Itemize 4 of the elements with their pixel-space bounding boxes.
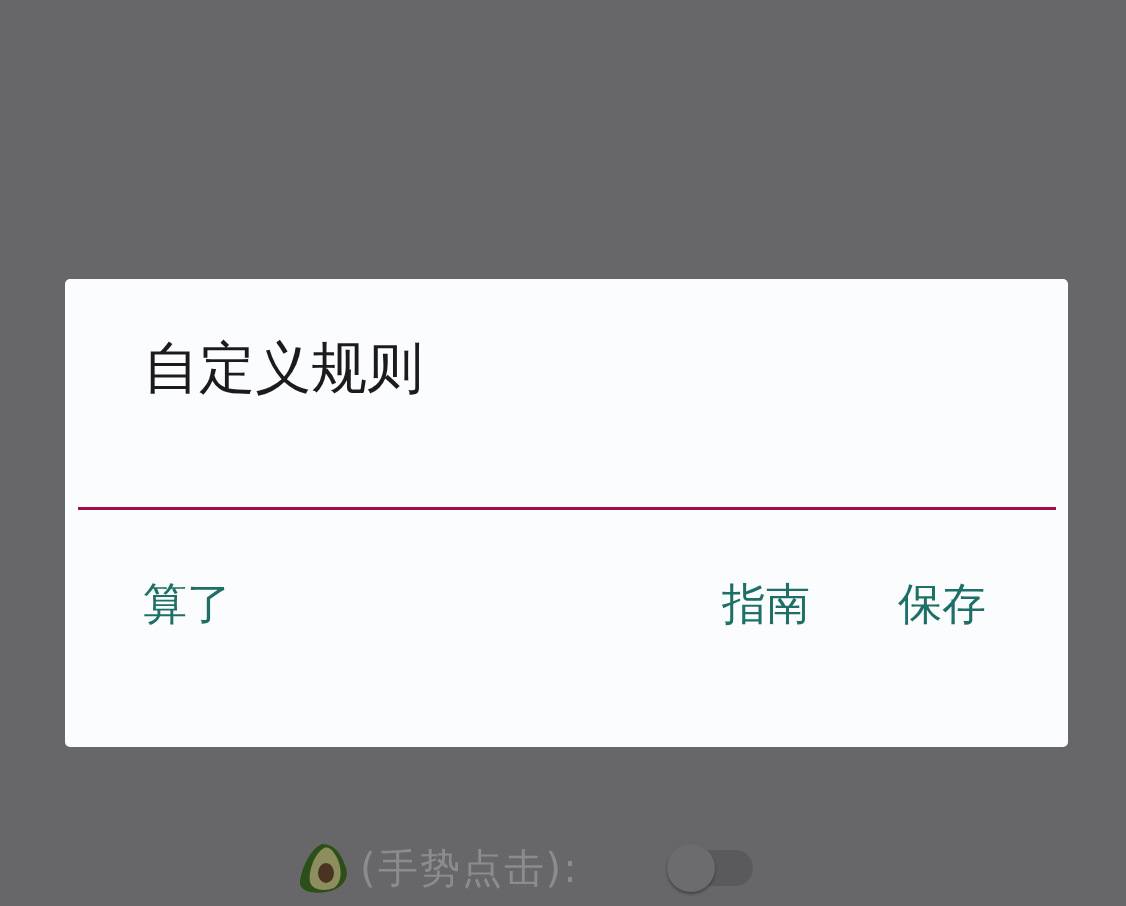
dialog-button[interactable]: 指南	[712, 574, 820, 635]
dialog-title: 自定义规则	[143, 334, 423, 402]
dialog-button[interactable]: 算了	[133, 574, 241, 635]
dialog-button[interactable]: 保存	[888, 574, 996, 635]
